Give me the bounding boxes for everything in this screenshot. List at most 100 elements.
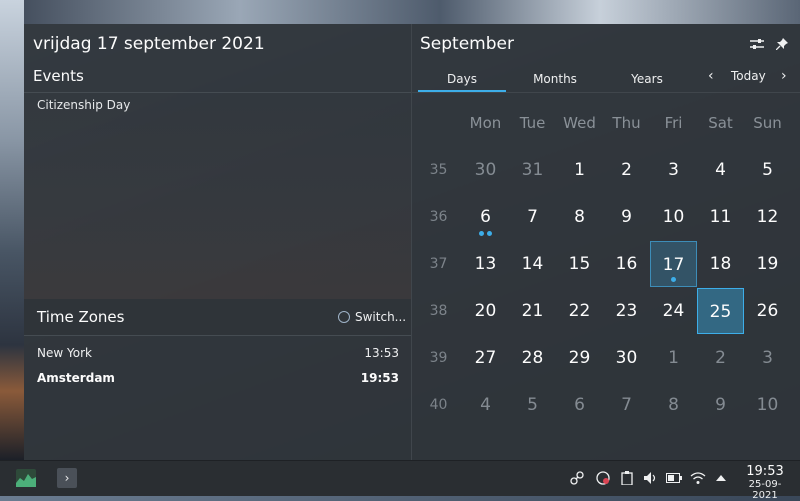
next-month-icon[interactable]: › [781,68,787,84]
event-dot [479,230,484,236]
configure-icon[interactable] [749,36,765,52]
day-cell[interactable]: 16 [603,241,650,287]
day-cell[interactable]: 6 [462,194,509,240]
week-number: 40 [429,396,448,413]
week-number: 39 [429,349,448,366]
day-cell[interactable]: 2 [697,335,744,381]
day-cell[interactable]: 8 [556,194,603,240]
event-indicator [651,276,696,282]
weekday-header: Sat [708,113,733,132]
terminal-icon[interactable]: › [57,468,77,488]
divider [412,92,800,93]
day-cell[interactable]: 3 [650,147,697,193]
weekday-header: Tue [519,113,546,132]
day-cell[interactable]: 10 [650,194,697,240]
day-cell[interactable]: 7 [603,382,650,428]
wallpaper [0,0,800,24]
tab-years[interactable]: Years [603,72,691,86]
day-cell[interactable]: 3 [744,335,791,381]
volume-icon[interactable] [642,470,658,486]
day-cell[interactable]: 6 [556,382,603,428]
day-cell[interactable]: 24 [650,288,697,334]
digital-clock[interactable]: 19:53 25-09-2021 [736,464,794,501]
day-cell[interactable]: 19 [744,241,791,287]
timezones-heading: Time Zones [37,308,125,326]
previous-month-icon[interactable]: ‹ [708,68,714,84]
day-cell[interactable]: 28 [509,335,556,381]
day-cell[interactable]: 23 [603,288,650,334]
today-day-cell[interactable]: 25 [697,287,744,334]
kde-connect-icon[interactable] [569,470,585,486]
day-cell[interactable]: 4 [697,147,744,193]
day-cell[interactable]: 13 [462,241,509,287]
day-cell[interactable]: 22 [556,288,603,334]
day-cell[interactable]: 7 [509,194,556,240]
weekday-header: Wed [563,113,596,132]
week-number: 38 [429,302,448,319]
day-cell[interactable]: 26 [744,288,791,334]
day-cell[interactable]: 21 [509,288,556,334]
taskbar-panel: › 19:53 25-09-2021 [0,460,800,501]
switch-timezone-button[interactable]: Switch... [338,310,406,324]
week-row: 39 27 28 29 30 1 2 3 [415,334,791,381]
day-cell[interactable]: 15 [556,241,603,287]
day-cell[interactable]: 2 [603,147,650,193]
week-number: 35 [429,161,448,178]
clipboard-icon[interactable] [619,470,635,486]
day-number: 17 [662,254,685,275]
timezone-city: Amsterdam [37,371,115,385]
events-list [24,93,411,299]
expand-tray-icon[interactable] [713,470,729,486]
today-button[interactable]: Today [731,69,766,83]
timezone-city: New York [37,346,92,360]
wifi-icon[interactable] [690,470,706,486]
event-item[interactable]: Citizenship Day [37,98,130,112]
day-cell[interactable]: 5 [509,382,556,428]
day-cell[interactable]: 9 [697,382,744,428]
event-dot [671,276,676,282]
event-dot [487,230,492,236]
day-cell[interactable]: 30 [462,147,509,193]
timezone-row[interactable]: New York 13:53 [37,346,399,360]
day-cell[interactable]: 5 [744,147,791,193]
battery-icon[interactable] [666,470,682,486]
month-title: September [420,34,514,54]
system-monitor-icon[interactable] [16,469,36,487]
day-cell[interactable]: 1 [556,147,603,193]
day-cell[interactable]: 18 [697,241,744,287]
timezone-row[interactable]: Amsterdam 19:53 [37,371,399,385]
day-cell[interactable]: 8 [650,382,697,428]
week-row: 40 4 5 6 7 8 9 10 [415,381,791,428]
week-row: 37 13 14 15 16 17 18 19 [415,240,791,287]
week-number: 36 [429,208,448,225]
day-cell[interactable]: 29 [556,335,603,381]
timezone-time: 13:53 [364,346,399,360]
weekday-header: Mon [469,113,502,132]
agenda-pane: vrijdag 17 september 2021 Events Citizen… [24,24,412,460]
pin-icon[interactable] [774,36,790,52]
day-number: 6 [480,206,491,227]
day-cell[interactable]: 30 [603,335,650,381]
day-cell[interactable]: 31 [509,147,556,193]
day-cell[interactable]: 4 [462,382,509,428]
day-cell[interactable]: 27 [462,335,509,381]
day-cell[interactable]: 11 [697,194,744,240]
day-cell[interactable]: 20 [462,288,509,334]
wallpaper-edge [0,0,24,460]
week-number: 37 [429,255,448,272]
day-cell[interactable]: 1 [650,335,697,381]
day-cell[interactable]: 10 [744,382,791,428]
divider [24,335,411,336]
tab-months[interactable]: Months [511,72,599,86]
day-cell[interactable]: 14 [509,241,556,287]
day-cell[interactable]: 12 [744,194,791,240]
calendar-grid: Mon Tue Wed Thu Fri Sat Sun 35 30 31 1 2… [415,99,791,428]
weekday-header: Fri [664,113,683,132]
selected-day-cell[interactable]: 17 [650,240,697,287]
clock-date: 25-09-2021 [748,479,782,501]
update-notifier-icon[interactable] [595,470,611,486]
tab-days[interactable]: Days [418,72,506,86]
day-cell[interactable]: 9 [603,194,650,240]
month-view-pane: September Days Months Years ‹ Today › Mo… [412,24,800,460]
weekday-header: Thu [612,113,641,132]
